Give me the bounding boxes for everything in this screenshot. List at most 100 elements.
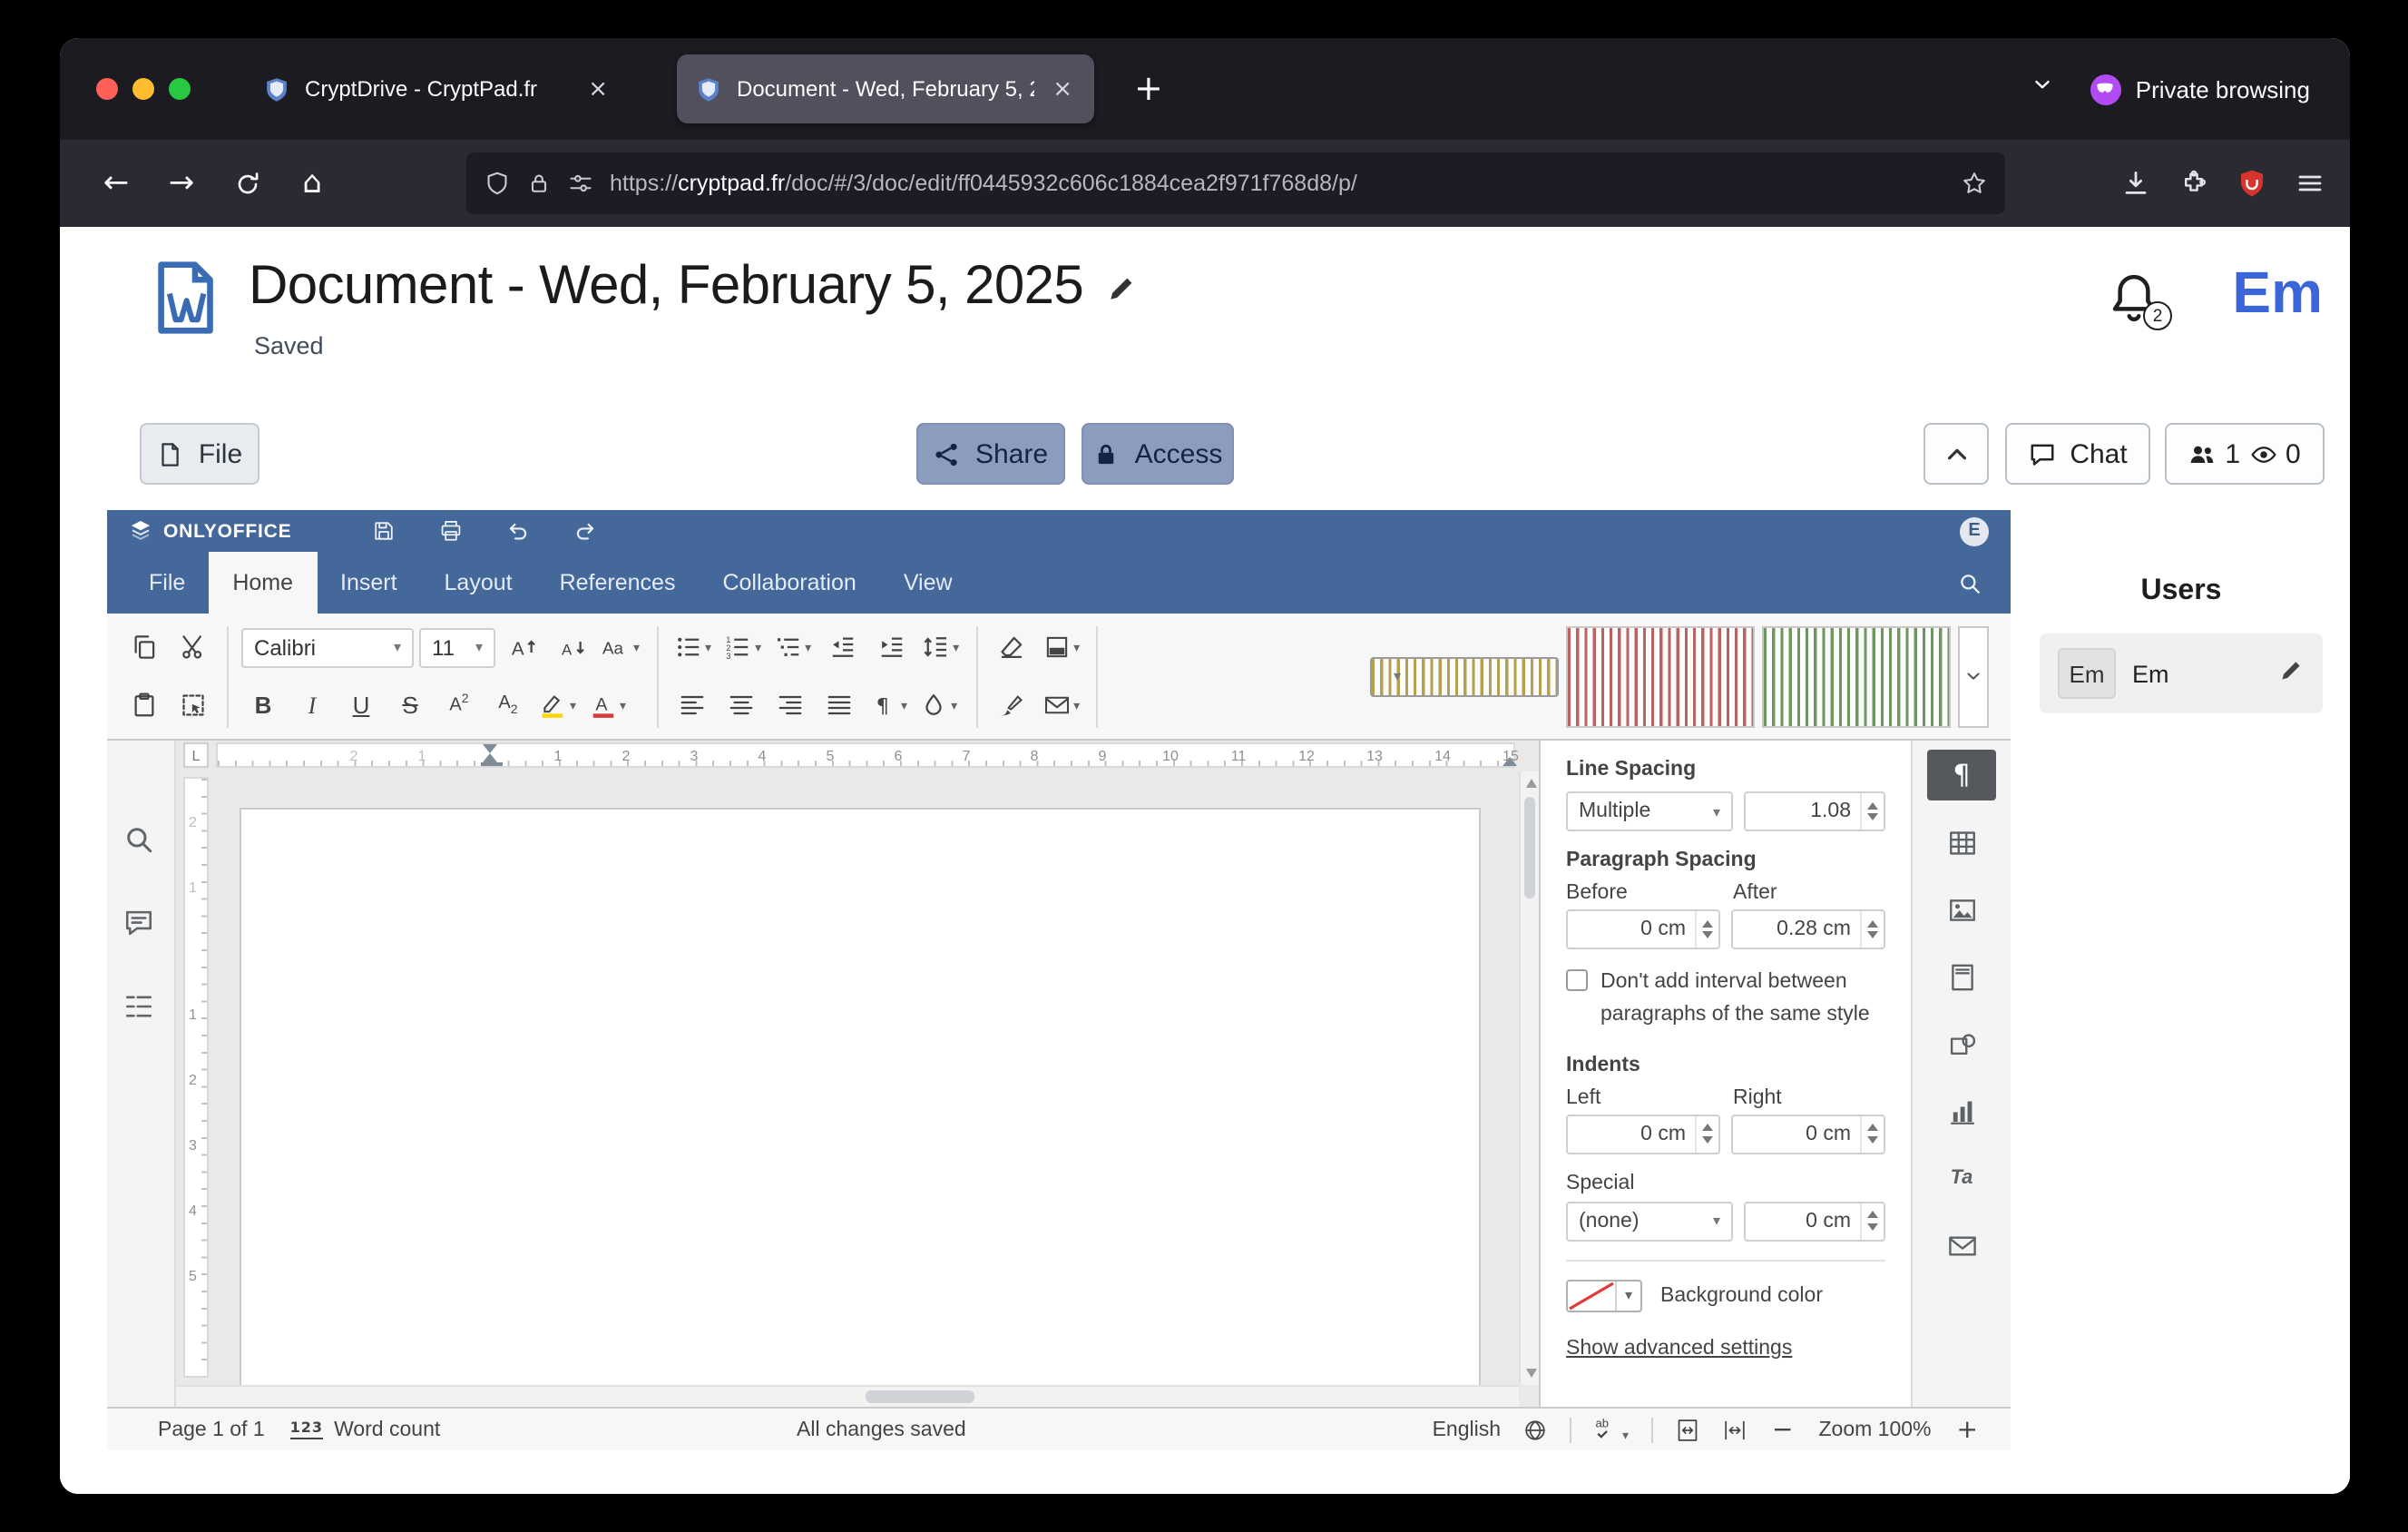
url-bar[interactable]: https://cryptpad.fr/doc/#/3/doc/edit/ff0… (466, 152, 2005, 214)
tab-document[interactable]: Document - Wed, February 5, 2025 × (677, 54, 1094, 123)
file-menu-button[interactable]: File (140, 423, 259, 485)
style-preview-3[interactable] (1762, 625, 1951, 727)
back-button[interactable]: ← (89, 156, 143, 211)
menu-button[interactable] (2295, 169, 2325, 198)
extensions-button[interactable] (2179, 169, 2208, 198)
spellcheck-button[interactable]: ab (1593, 1414, 1629, 1445)
tab-close-button[interactable]: × (584, 75, 612, 103)
menu-tab-collaboration[interactable]: Collaboration (699, 552, 879, 614)
style-preview-2[interactable] (1566, 625, 1755, 727)
decrease-indent-button[interactable] (820, 625, 864, 669)
special-select[interactable]: (none) (1566, 1201, 1733, 1241)
line-spacing-spinner[interactable]: 1.08 (1744, 791, 1885, 831)
globe-icon[interactable] (1522, 1417, 1548, 1442)
header-footer-settings-tab[interactable] (1927, 951, 1996, 1002)
select-all-button[interactable] (171, 683, 214, 727)
vertical-scroll-thumb[interactable] (1524, 797, 1535, 899)
tab-close-button[interactable]: × (1049, 75, 1076, 103)
subscript-button[interactable]: A2 (486, 683, 530, 727)
share-button[interactable]: Share (916, 423, 1065, 485)
lock-icon[interactable] (526, 171, 552, 196)
left-indent-handle[interactable] (480, 761, 502, 766)
redo-button[interactable] (573, 519, 596, 543)
home-button[interactable]: ⌂ (285, 156, 339, 211)
shape-settings-tab[interactable] (1927, 1018, 1996, 1069)
copy-button[interactable] (122, 625, 165, 669)
menu-tab-home[interactable]: Home (209, 552, 317, 614)
superscript-button[interactable]: A2 (437, 683, 481, 727)
account-avatar[interactable]: Em (2232, 260, 2323, 327)
spinner-arrows[interactable] (1860, 911, 1884, 948)
vertical-ruler[interactable]: 2112345 (183, 777, 209, 1378)
spinner-arrows[interactable] (1695, 1115, 1718, 1152)
spinner-arrows[interactable] (1860, 1115, 1884, 1152)
spinner-arrows[interactable] (1695, 911, 1718, 948)
line-spacing-button[interactable] (918, 625, 963, 669)
style-preview-1[interactable] (1370, 656, 1559, 696)
forward-button[interactable]: → (154, 156, 209, 211)
advanced-settings-link[interactable]: Show advanced settings (1566, 1337, 1792, 1359)
text-art-settings-tab[interactable]: Ta (1927, 1153, 1996, 1203)
quick-save-button[interactable] (371, 519, 395, 543)
spinner-arrows[interactable] (1860, 793, 1884, 830)
numbered-list-button[interactable]: 123 (720, 625, 765, 669)
indent-left-spinner[interactable]: 0 cm (1566, 1114, 1720, 1154)
ublock-button[interactable] (2237, 169, 2266, 198)
horizontal-scrollbar[interactable] (176, 1385, 1519, 1407)
indent-right-spinner[interactable]: 0 cm (1731, 1114, 1885, 1154)
bold-button[interactable]: B (241, 683, 285, 727)
copy-style-button[interactable] (990, 683, 1033, 727)
bookmark-star-button[interactable] (1962, 171, 1987, 196)
decrease-font-button[interactable]: A (550, 625, 593, 669)
bullet-list-button[interactable] (671, 625, 715, 669)
session-users-button[interactable]: 1 0 (2165, 423, 2325, 485)
line-spacing-select[interactable]: Multiple (1566, 791, 1733, 831)
align-right-button[interactable] (768, 683, 812, 727)
italic-button[interactable]: I (290, 683, 334, 727)
increase-font-button[interactable]: A (501, 625, 544, 669)
font-color-button[interactable]: A (585, 683, 630, 727)
edit-user-button[interactable] (2279, 656, 2305, 691)
menu-tab-references[interactable]: References (536, 552, 700, 614)
chart-settings-tab[interactable] (1927, 1085, 1996, 1136)
interval-checkbox[interactable] (1566, 969, 1588, 991)
mail-merge-settings-tab[interactable] (1927, 1220, 1996, 1271)
left-indent-marker[interactable] (483, 752, 497, 761)
new-tab-button[interactable]: + (1123, 69, 1174, 109)
color-fill-button[interactable] (1039, 625, 1083, 669)
notifications-button[interactable]: 2 (2107, 270, 2161, 325)
special-spinner[interactable]: 0 cm (1744, 1201, 1885, 1241)
nonprinting-characters-button[interactable]: ¶ (866, 683, 911, 727)
page-count-button[interactable]: Page 1 of 1 (158, 1419, 265, 1440)
menu-tab-insert[interactable]: Insert (317, 552, 421, 614)
menu-tab-file[interactable]: File (125, 552, 209, 614)
tab-stop-selector[interactable]: L (183, 742, 209, 768)
spacing-before-spinner[interactable]: 0 cm (1566, 909, 1720, 949)
cut-button[interactable] (171, 625, 214, 669)
undo-button[interactable] (505, 519, 529, 543)
comments-button[interactable] (123, 908, 160, 944)
paste-button[interactable] (122, 683, 165, 727)
shading-button[interactable] (916, 683, 961, 727)
align-justify-button[interactable] (817, 683, 861, 727)
highlight-color-button[interactable] (535, 683, 580, 727)
horizontal-ruler[interactable]: 21123456789101112131415 (216, 742, 1515, 768)
tab-cryptdrive[interactable]: CryptDrive - CryptPad.fr × (245, 54, 630, 123)
paragraph-settings-tab[interactable]: ¶ (1927, 750, 1996, 800)
image-settings-tab[interactable] (1927, 884, 1996, 935)
chat-button[interactable]: Chat (2005, 423, 2150, 485)
scroll-down-button[interactable] (1526, 1369, 1537, 1378)
editor-search-button[interactable] (1958, 552, 1982, 614)
language-button[interactable]: English (1433, 1419, 1501, 1440)
tracking-shield-icon[interactable] (485, 171, 510, 196)
vertical-scrollbar[interactable] (1519, 771, 1539, 1385)
menu-tab-view[interactable]: View (880, 552, 976, 614)
zoom-out-button[interactable]: − (1768, 1415, 1796, 1444)
font-name-select[interactable]: Calibri (241, 627, 414, 667)
strikethrough-button[interactable]: S (388, 683, 432, 727)
traffic-light-minimize[interactable] (132, 78, 154, 100)
zoom-in-button[interactable]: + (1953, 1415, 1982, 1444)
underline-button[interactable]: U (339, 683, 383, 727)
align-left-button[interactable] (671, 683, 714, 727)
fit-width-button[interactable] (1721, 1417, 1747, 1442)
